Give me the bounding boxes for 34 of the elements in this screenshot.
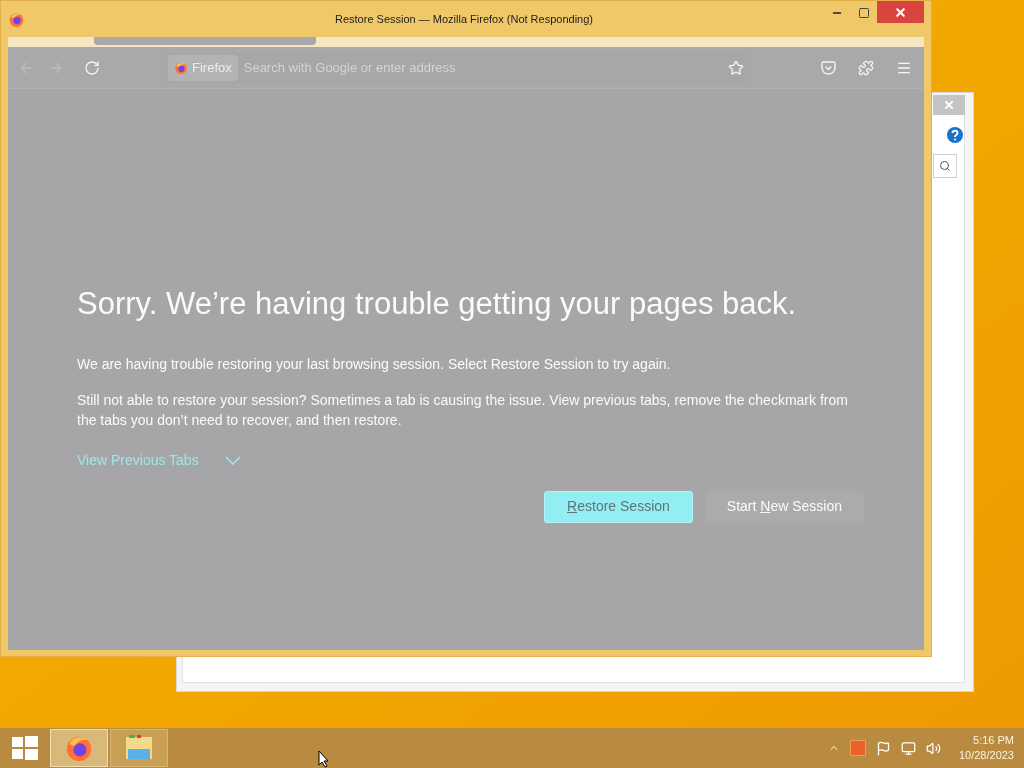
close-button[interactable]: [933, 95, 965, 115]
chevron-down-icon: [224, 455, 241, 465]
speaker-icon[interactable]: [925, 740, 941, 756]
error-description: Still not able to restore your session? Sometimes a tab is causing the issue. View previous tabs, remove the checkmark from the tabs you don’t need to recover, and then restore.: [77, 390, 849, 430]
search-box[interactable]: [933, 154, 957, 178]
clock[interactable]: 5:16 PM 10/28/2023: [958, 733, 1014, 763]
mouse-pointer-icon: [318, 750, 330, 768]
view-previous-tabs-link[interactable]: View Previous Tabs: [77, 449, 241, 471]
windows-logo-icon: [12, 735, 38, 761]
close-button[interactable]: [877, 1, 924, 23]
tray-app-icon[interactable]: [849, 740, 866, 756]
reload-icon[interactable]: [84, 59, 100, 76]
fox-logo-icon: [174, 60, 188, 75]
network-icon[interactable]: [900, 740, 916, 756]
close-icon: [894, 5, 907, 19]
error-heading: Sorry. We’re having trouble getting your pages back.: [77, 285, 798, 323]
help-icon[interactable]: [947, 127, 963, 143]
close-icon: [943, 99, 955, 111]
flag-icon[interactable]: [875, 740, 891, 756]
bookmark-star-icon[interactable]: [728, 59, 744, 76]
window-title: Restore Session — Mozilla Firefox (Not Responding): [335, 11, 593, 27]
identity-box[interactable]: Firefox: [168, 54, 238, 81]
taskbar-app-button[interactable]: [50, 729, 108, 767]
error-description: We are having trouble restoring your last browsing session. Select Restore Session to try again.: [77, 354, 672, 374]
extensions-icon[interactable]: [858, 59, 874, 76]
fox-logo-icon: [8, 10, 25, 28]
identity-label: Firefox: [192, 58, 232, 77]
pocket-icon[interactable]: [821, 60, 836, 75]
session-button[interactable]: Restore Session: [544, 490, 693, 523]
maximize-icon: [857, 7, 870, 19]
session-button[interactable]: Start New Session: [704, 490, 864, 523]
clock-time: 5:16 PM: [973, 733, 1014, 748]
clock-date: 10/28/2023: [958, 748, 1014, 763]
search-icon: [939, 160, 951, 172]
